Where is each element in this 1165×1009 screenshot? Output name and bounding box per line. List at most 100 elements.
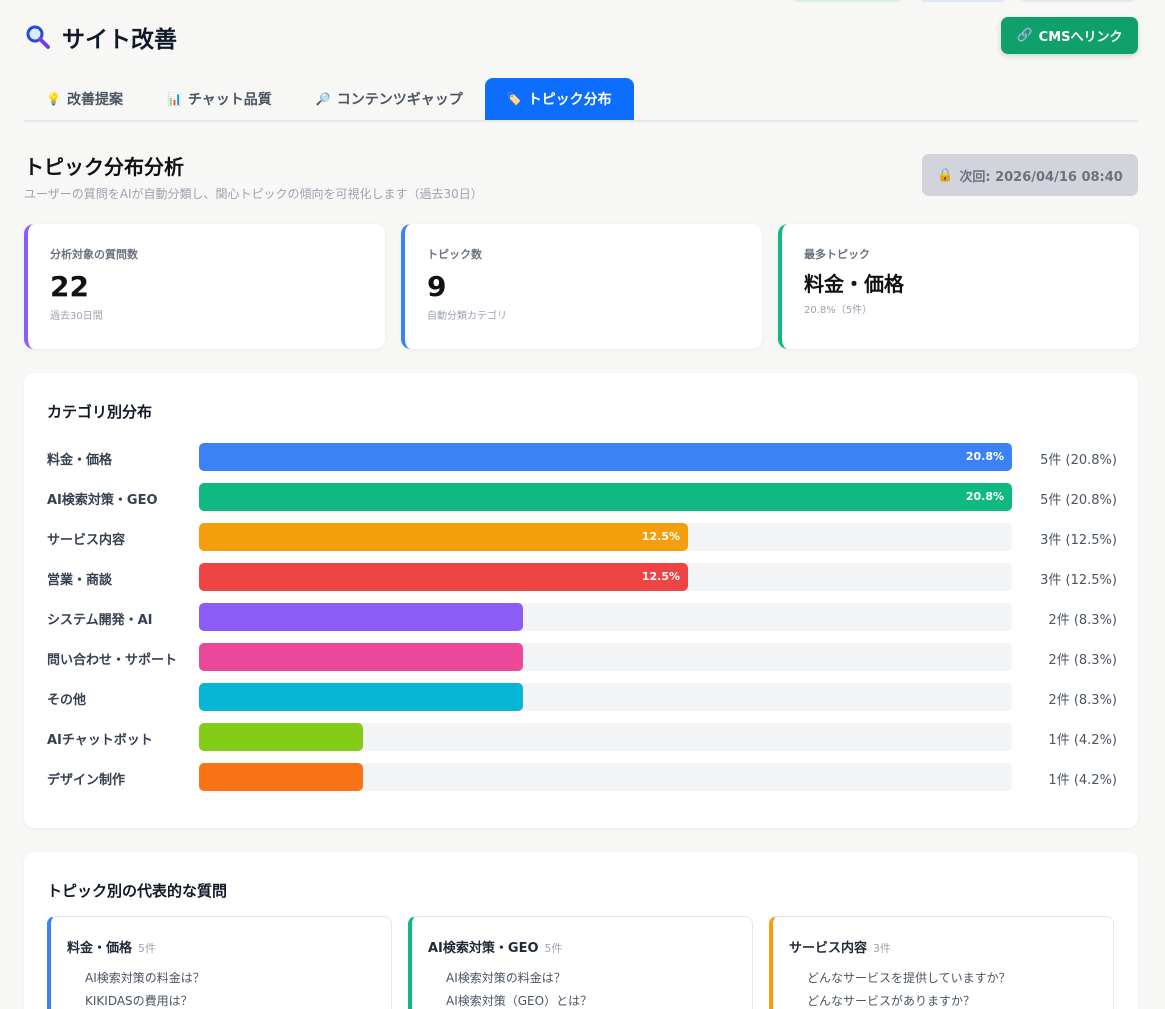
bar-label: サービス内容	[47, 533, 126, 548]
stat-value: 9	[427, 270, 447, 303]
cms-link-button[interactable]: 🔗 CMSへリンク	[1001, 17, 1138, 54]
topic-box-service: サービス内容 3件 どんなサービスを提供していますか？ どんなサービスがありますか…	[769, 916, 1114, 1009]
bar: 20.8%	[199, 483, 1012, 511]
topic-head: AI検索対策・GEO 5件	[428, 937, 563, 956]
top-ghost-button	[1018, 0, 1138, 2]
chart-row: サービス内容 12.5% 3件 (12.5%)	[47, 523, 1117, 551]
bar-chart-icon: 📊	[166, 92, 182, 106]
stat-note: 20.8%（5件）	[804, 305, 873, 316]
bar	[199, 603, 523, 631]
bar-track	[199, 763, 1012, 791]
bar: 12.5%	[199, 523, 688, 551]
bar-count: 5件 (20.8%)	[1040, 453, 1117, 468]
tab-content-gap[interactable]: 🔎 コンテンツギャップ	[294, 78, 485, 120]
stat-card-top-topic: 最多トピック 料金・価格 20.8%（5件）	[778, 224, 1139, 349]
section-subtitle: ユーザーの質問をAIが自動分類し、関心トピックの傾向を可視化します（過去30日）	[24, 187, 483, 201]
page-title-text: サイト改善	[62, 27, 177, 53]
cms-link-label: CMSへリンク	[1038, 30, 1123, 45]
topic-question: AI検索対策（GEO）とは？	[446, 994, 593, 1008]
bar: 12.5%	[199, 563, 688, 591]
next-run-label: 次回: 2026/04/16 08:40	[959, 169, 1123, 185]
bar-value-label: 20.8%	[965, 450, 1004, 463]
bar-label: システム開発・AI	[47, 613, 153, 628]
bar-count: 2件 (8.3%)	[1048, 613, 1117, 628]
lightbulb-icon: 💡	[46, 92, 61, 106]
topic-name: AI検索対策・GEO	[428, 941, 539, 956]
chart-row: その他 2件 (8.3%)	[47, 683, 1117, 711]
topic-question: AI検索対策の料金は？	[446, 971, 566, 985]
topic-count: 3件	[873, 942, 892, 955]
bar-count: 2件 (8.3%)	[1048, 693, 1117, 708]
bar-track: 12.5%	[199, 523, 1012, 551]
bar-count: 2件 (8.3%)	[1048, 653, 1117, 668]
tag-icon: 🏷️	[506, 92, 522, 106]
bar-label: その他	[47, 693, 87, 708]
link-icon: 🔗	[1016, 28, 1033, 43]
stat-label: 分析対象の質問数	[50, 248, 138, 261]
magnifier-icon	[24, 23, 52, 51]
bar	[199, 683, 523, 711]
bar-label: 料金・価格	[47, 453, 113, 468]
bar-count: 5件 (20.8%)	[1040, 493, 1117, 508]
stat-card-topics: トピック数 9 自動分類カテゴリ	[401, 224, 762, 349]
stat-value: 22	[50, 270, 89, 303]
topic-name: 料金・価格	[67, 941, 133, 956]
bar-count: 1件 (4.2%)	[1048, 733, 1117, 748]
bar-value-label: 20.8%	[965, 490, 1004, 503]
stat-card-questions: 分析対象の質問数 22 過去30日間	[24, 224, 385, 349]
stat-value: 料金・価格	[804, 272, 904, 296]
tab-improvement[interactable]: 💡 改善提案	[24, 78, 145, 120]
representative-questions-card: トピック別の代表的な質問 料金・価格 5件 AI検索対策の料金は？ KIKIDAS…	[24, 852, 1138, 1009]
topic-box-geo: AI検索対策・GEO 5件 AI検索対策の料金は？ AI検索対策（GEO）とは？	[408, 916, 753, 1009]
topic-name: サービス内容	[789, 941, 868, 956]
top-ghost-button	[790, 0, 905, 2]
chart-row: システム開発・AI 2件 (8.3%)	[47, 603, 1117, 631]
bar-label: AI検索対策・GEO	[47, 493, 158, 508]
lock-icon: 🔒	[937, 167, 954, 183]
bar-count: 3件 (12.5%)	[1040, 573, 1117, 588]
bar-value-label: 12.5%	[641, 530, 680, 543]
chart-row: 料金・価格 20.8% 5件 (20.8%)	[47, 443, 1117, 471]
bar-count: 1件 (4.2%)	[1048, 773, 1117, 788]
bar-label: AIチャットボット	[47, 733, 153, 748]
topic-head: 料金・価格 5件	[67, 937, 156, 956]
topic-question: どんなサービスを提供していますか？	[807, 971, 1011, 985]
chart-row: デザイン制作 1件 (4.2%)	[47, 763, 1117, 791]
tab-topic-distribution[interactable]: 🏷️ トピック分布	[484, 78, 634, 120]
bar	[199, 643, 523, 671]
bar-track: 20.8%	[199, 483, 1012, 511]
stat-label: 最多トピック	[804, 248, 870, 261]
stat-note: 過去30日間	[50, 311, 103, 322]
stat-note: 自動分類カテゴリ	[427, 311, 507, 322]
next-run-button[interactable]: 🔒 次回: 2026/04/16 08:40	[922, 154, 1138, 196]
bar: 20.8%	[199, 443, 1012, 471]
representative-title: トピック別の代表的な質問	[47, 882, 228, 900]
category-chart-card: カテゴリ別分布 料金・価格 20.8% 5件 (20.8%) AI検索対策・GEO 20…	[24, 373, 1138, 828]
bar-track	[199, 723, 1012, 751]
top-ghost-button	[918, 0, 1008, 2]
topic-question: KIKIDASの費用は？	[85, 994, 193, 1008]
bar-track	[199, 683, 1012, 711]
bar-track: 20.8%	[199, 443, 1012, 471]
page-title: サイト改善	[24, 20, 177, 54]
bar-track	[199, 643, 1012, 671]
bar	[199, 723, 363, 751]
topic-question: AI検索対策の料金は？	[85, 971, 205, 985]
bar-value-label: 12.5%	[641, 570, 680, 583]
bar-label: 営業・商談	[47, 573, 113, 588]
bar-track	[199, 603, 1012, 631]
tab-chat-quality[interactable]: 📊 チャット品質	[145, 78, 294, 120]
page-header: サイト改善 🔗 CMSへリンク	[24, 17, 1138, 54]
bar-label: デザイン制作	[47, 773, 126, 788]
bar-track: 12.5%	[199, 563, 1012, 591]
chart-row: AIチャットボット 1件 (4.2%)	[47, 723, 1117, 751]
tab-label: 改善提案	[66, 92, 123, 108]
chart-row: 問い合わせ・サポート 2件 (8.3%)	[47, 643, 1117, 671]
topic-count: 5件	[138, 942, 157, 955]
tab-label: トピック分布	[527, 92, 612, 108]
stat-label: トピック数	[427, 248, 482, 261]
chart-row: 営業・商談 12.5% 3件 (12.5%)	[47, 563, 1117, 591]
chart-row: AI検索対策・GEO 20.8% 5件 (20.8%)	[47, 483, 1117, 511]
topic-head: サービス内容 3件	[789, 937, 891, 956]
bar-label: 問い合わせ・サポート	[47, 653, 178, 668]
